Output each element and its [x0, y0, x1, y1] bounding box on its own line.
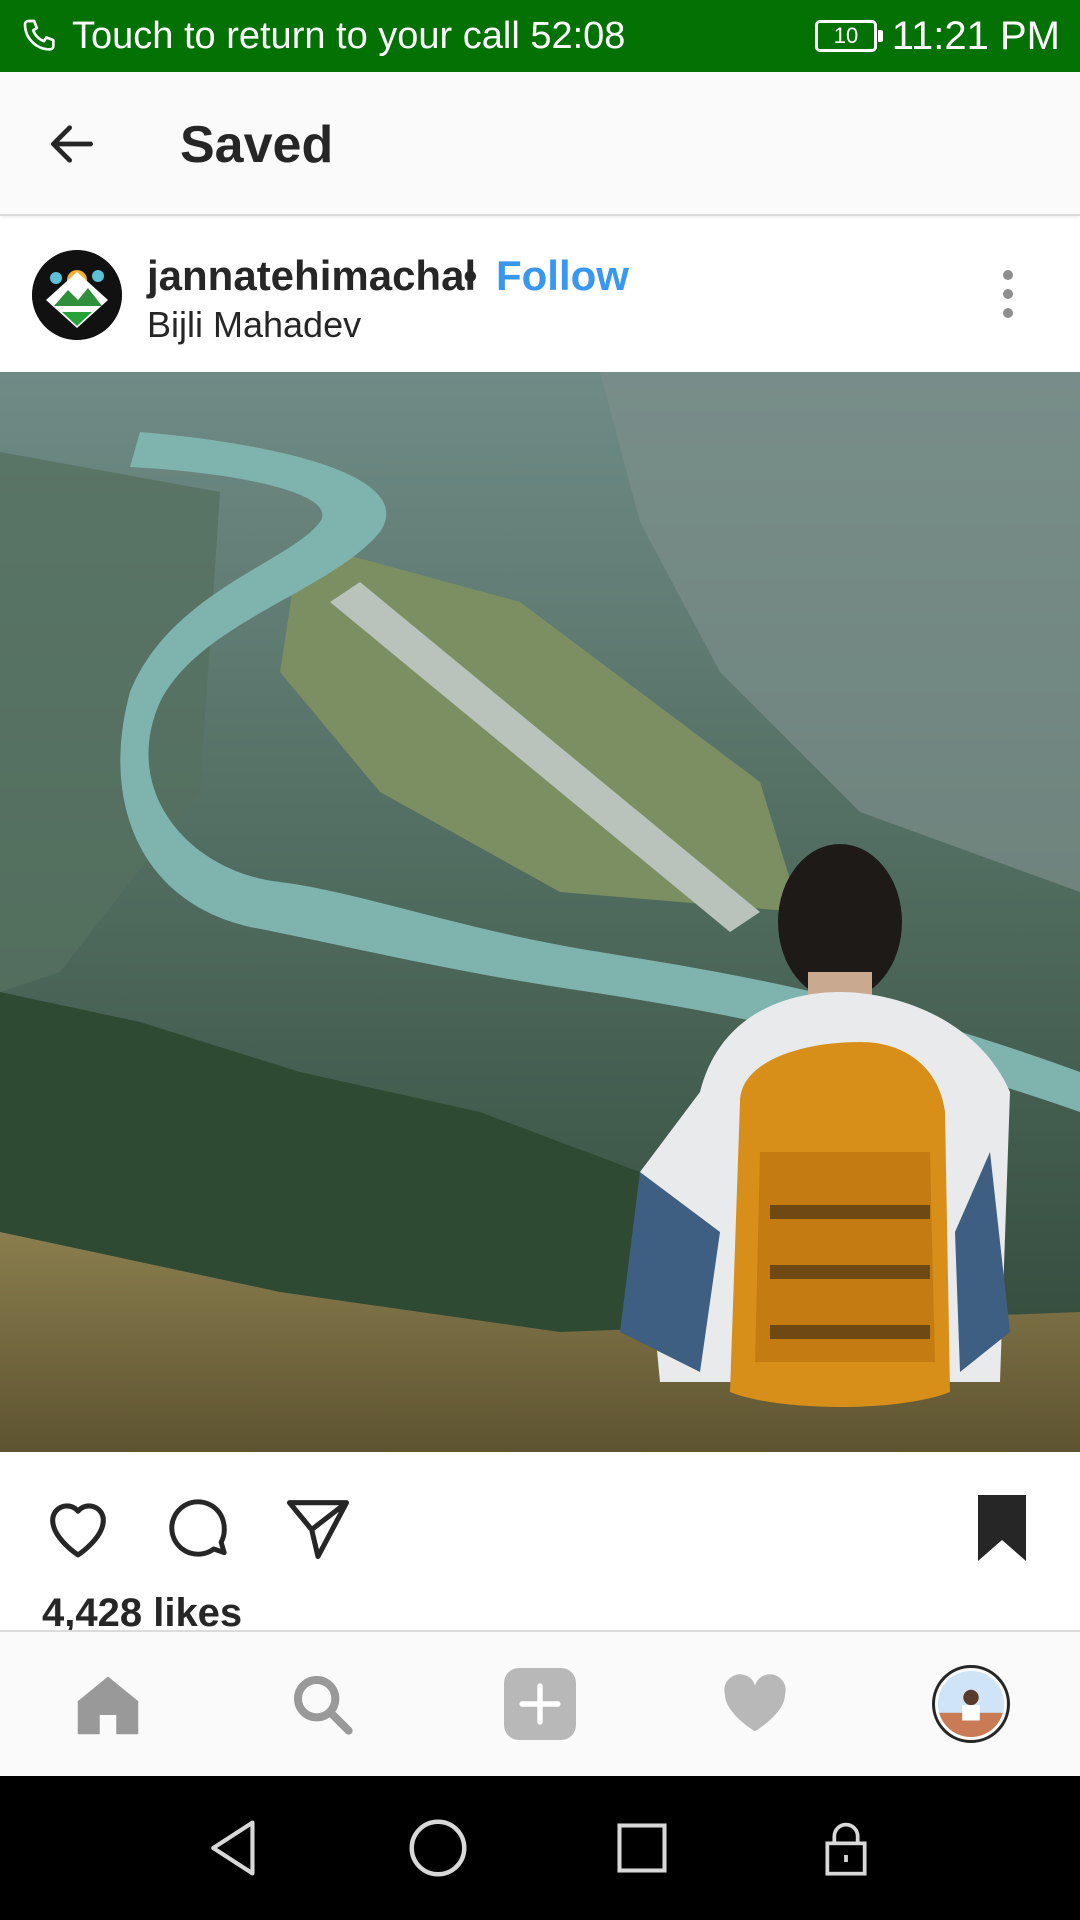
back-button[interactable] — [34, 106, 110, 182]
post-header: jannatehimachal • Follow Bijli Mahadev — [0, 218, 1080, 372]
more-dot-icon — [1003, 270, 1013, 280]
more-dot-icon — [1003, 308, 1013, 318]
post-location[interactable]: Bijli Mahadev — [147, 304, 361, 346]
heart-icon — [724, 1674, 786, 1732]
profile-avatar — [932, 1665, 1010, 1743]
follow-button[interactable]: Follow — [496, 252, 629, 300]
bookmark-icon — [978, 1495, 1026, 1561]
avatar-logo-icon — [32, 250, 122, 340]
page-title: Saved — [180, 116, 334, 174]
post-actions: 4,428 likes — [0, 1452, 1080, 1635]
nav-add-button[interactable] — [490, 1654, 590, 1754]
battery-icon: 10 — [815, 20, 883, 52]
nav-activity-button[interactable] — [705, 1654, 805, 1754]
system-home-button[interactable] — [402, 1812, 474, 1884]
call-return-status-bar[interactable]: Touch to return to your call 52:08 10 11… — [0, 0, 1080, 72]
landscape-photo — [0, 372, 1080, 1452]
profile-photo — [938, 1671, 1004, 1737]
comment-button[interactable] — [156, 1486, 240, 1570]
app-header: Saved — [0, 72, 1080, 216]
search-icon — [294, 1676, 353, 1735]
recents-icon — [617, 1823, 667, 1873]
bottom-navigation — [0, 1630, 1080, 1776]
more-options-button[interactable] — [984, 262, 1032, 326]
post-username[interactable]: jannatehimachal — [147, 252, 476, 300]
system-back-button[interactable] — [198, 1812, 270, 1884]
more-dot-icon — [1003, 289, 1013, 299]
call-return-text: Touch to return to your call 52:08 — [72, 15, 626, 57]
arrow-left-icon — [51, 125, 93, 163]
add-icon — [504, 1668, 576, 1740]
system-navigation-bar — [0, 1776, 1080, 1920]
heart-icon — [50, 1503, 106, 1558]
system-recents-button[interactable] — [606, 1812, 678, 1884]
share-button[interactable] — [276, 1486, 360, 1570]
separator-dot: • — [463, 252, 478, 299]
battery-level: 10 — [833, 23, 859, 48]
send-icon — [286, 1500, 350, 1560]
home-icon — [409, 1819, 467, 1877]
back-icon — [211, 1820, 255, 1876]
like-button[interactable] — [36, 1486, 120, 1570]
lock-icon — [825, 1822, 867, 1876]
save-button[interactable] — [960, 1486, 1044, 1570]
post-photo[interactable] — [0, 372, 1080, 1452]
nav-search-button[interactable] — [272, 1654, 372, 1754]
home-icon — [77, 1676, 139, 1735]
nav-profile-button[interactable] — [921, 1654, 1021, 1754]
nav-home-button[interactable] — [58, 1654, 158, 1754]
comment-icon — [169, 1499, 227, 1557]
system-lock-button[interactable] — [810, 1812, 882, 1884]
clock: 11:21 PM — [891, 14, 1060, 58]
phone-icon — [23, 19, 55, 51]
post-author-avatar[interactable] — [32, 250, 122, 340]
